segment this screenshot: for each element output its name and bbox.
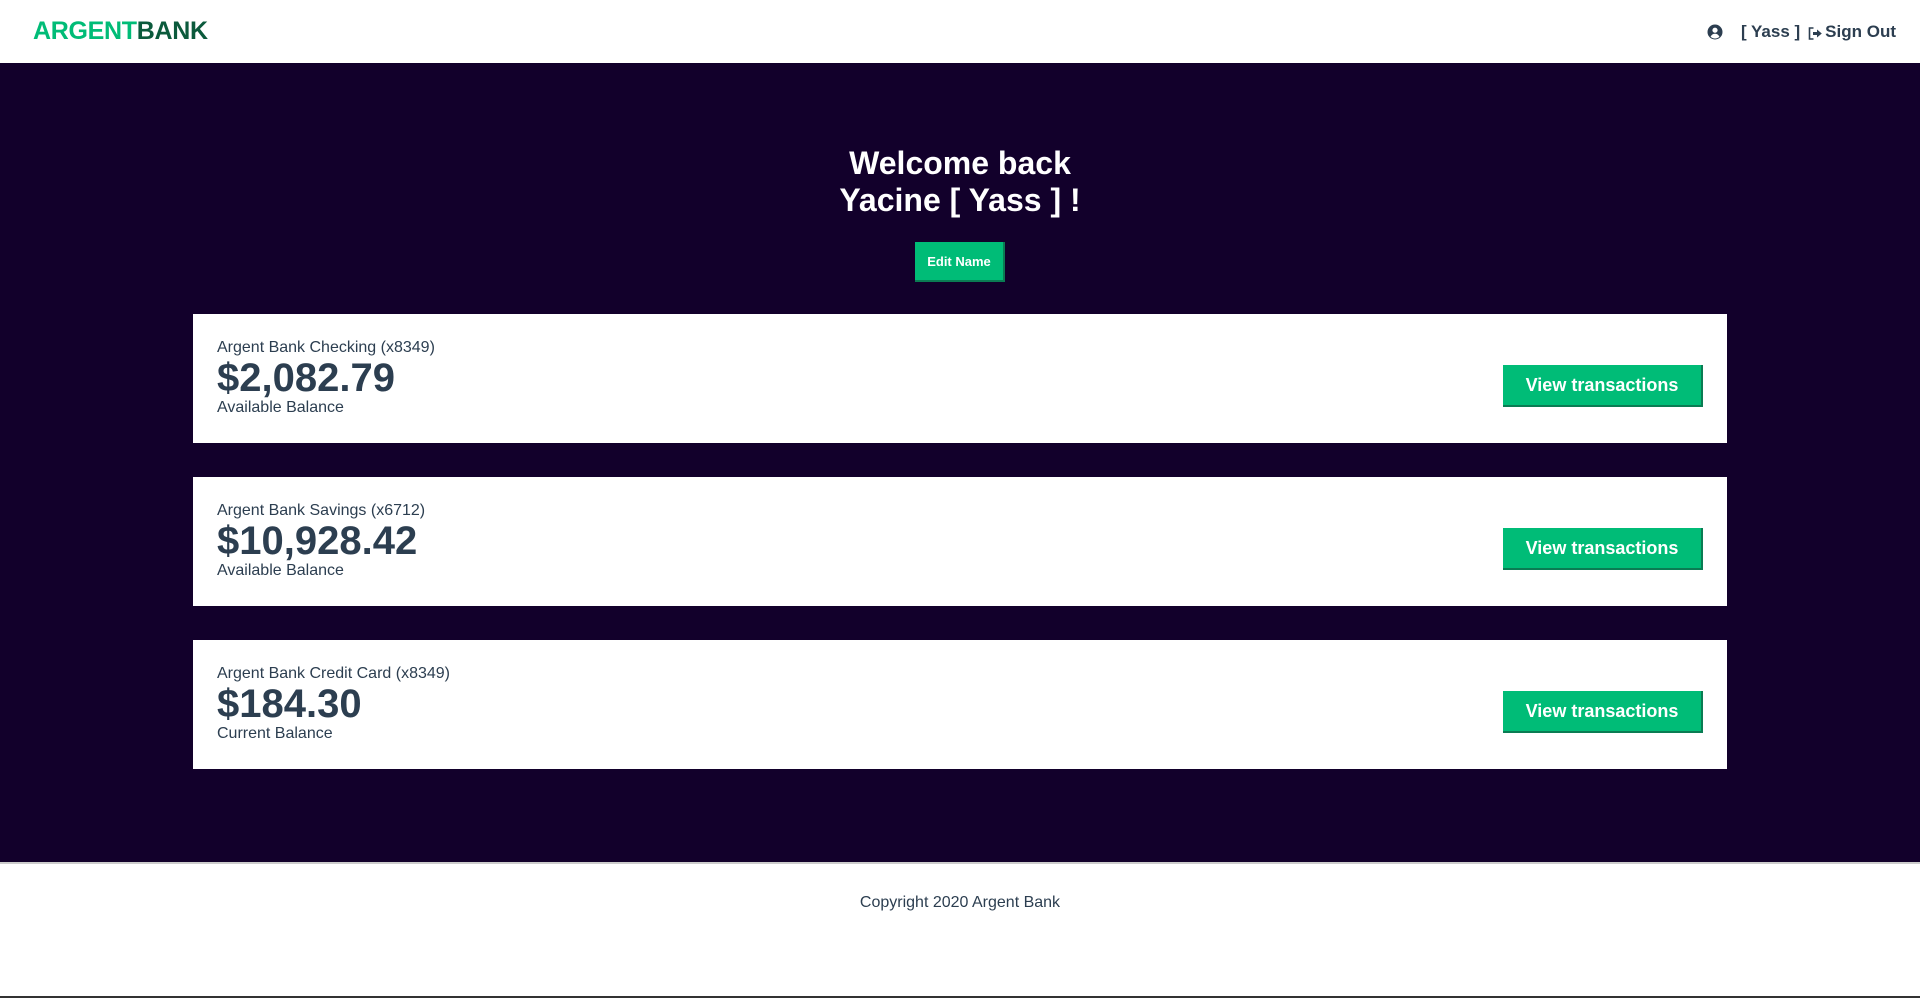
logo-text-bank: BANK — [136, 17, 208, 45]
account-amount-description: Available Balance — [217, 562, 344, 579]
view-transactions-button[interactable]: View transactions — [1503, 528, 1703, 570]
sign-out-label: Sign Out — [1825, 21, 1896, 41]
account-title: Argent Bank Savings (x6712) — [217, 502, 426, 519]
nav-user-area: [ Yass ] Sign Out — [1707, 22, 1896, 42]
account-card-credit: Argent Bank Credit Card (x8349) $184.30 … — [193, 640, 1727, 769]
account-card-checking: Argent Bank Checking (x8349) $2,082.79 A… — [193, 314, 1727, 443]
logo-text-argent: ARGENT — [33, 17, 137, 45]
account-content: Argent Bank Credit Card (x8349) $184.30 … — [217, 664, 450, 743]
account-amount: $2,082.79 — [217, 356, 395, 400]
welcome-line: Welcome back — [849, 145, 1071, 181]
footer-copyright: Copyright 2020 Argent Bank — [859, 894, 1061, 911]
sign-out-icon — [1808, 25, 1823, 40]
main-content: Welcome back Yacine [ Yass ] ! Edit Name… — [0, 63, 1920, 862]
sign-out-link[interactable]: Sign Out — [1808, 22, 1896, 42]
account-content: Argent Bank Savings (x6712) $10,928.42 A… — [217, 501, 425, 580]
account-amount-description: Available Balance — [217, 399, 344, 416]
account-amount: $10,928.42 — [217, 519, 418, 563]
nav-username-link[interactable]: [ Yass ] — [1741, 22, 1800, 42]
account-amount-description: Current Balance — [217, 725, 333, 742]
logo-link[interactable]: ARGENT BANK — [33, 17, 208, 46]
main-nav: ARGENT BANK [ Yass ] Sign Out — [0, 0, 1920, 63]
account-title: Argent Bank Checking (x8349) — [217, 339, 435, 356]
welcome-heading: Welcome back Yacine [ Yass ] ! — [0, 145, 1920, 219]
view-transactions-button[interactable]: View transactions — [1503, 691, 1703, 733]
footer: Copyright 2020 Argent Bank — [0, 862, 1920, 998]
user-full-name: Yacine [ Yass ] ! — [839, 182, 1081, 218]
view-transactions-button[interactable]: View transactions — [1503, 365, 1703, 407]
account-title: Argent Bank Credit Card (x8349) — [217, 665, 450, 682]
user-circle-icon — [1707, 24, 1723, 40]
edit-name-button[interactable]: Edit Name — [915, 242, 1005, 282]
account-card-savings: Argent Bank Savings (x6712) $10,928.42 A… — [193, 477, 1727, 606]
account-content: Argent Bank Checking (x8349) $2,082.79 A… — [217, 338, 435, 417]
welcome-header: Welcome back Yacine [ Yass ] ! — [0, 145, 1920, 219]
account-amount: $184.30 — [217, 682, 362, 726]
